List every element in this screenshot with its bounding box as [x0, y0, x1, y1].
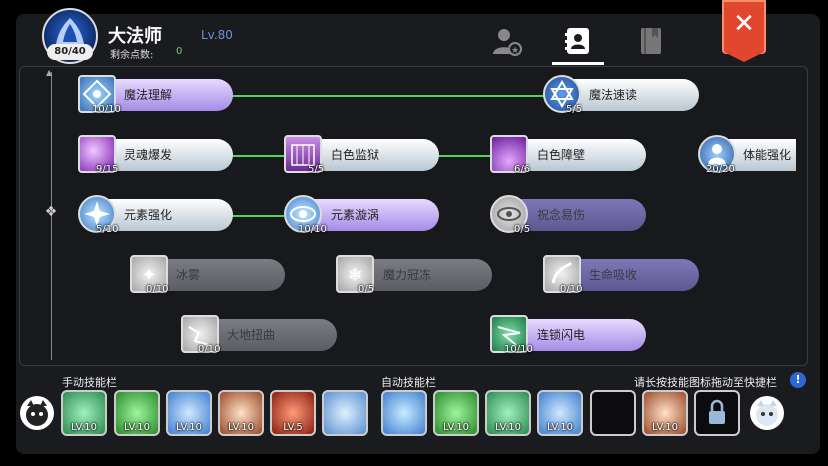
manual-slot[interactable]: LV.5 [270, 390, 316, 436]
tab-profile[interactable]: ★ [490, 24, 524, 58]
connector [232, 215, 284, 217]
auto-skill-bar-label: 自动技能栏 [381, 376, 436, 389]
auto-slot[interactable]: LV.10 [642, 390, 688, 436]
avatar-level: 80/40 [47, 44, 93, 60]
info-icon[interactable]: ! [790, 372, 806, 388]
close-icon: ✕ [733, 9, 755, 39]
skill-name: 元素漩涡 [331, 208, 380, 222]
skill-level: 0/10 [146, 284, 169, 295]
skill-level: 0/10 [198, 344, 221, 355]
tab-book[interactable] [634, 24, 668, 58]
slot-level: LV.10 [652, 422, 678, 433]
skill-level: 10/10 [92, 104, 121, 115]
svg-text:❄: ❄ [347, 265, 362, 286]
auto-slot[interactable]: LV.10 [485, 390, 531, 436]
manual-slot[interactable]: LV.10 [114, 390, 160, 436]
skill-name: 白色监狱 [331, 148, 380, 162]
slot-level: LV.10 [176, 422, 202, 433]
skill-name: 魔力冠冻 [383, 268, 432, 282]
skill-level: 9/15 [96, 164, 119, 175]
active-tab-indicator [552, 62, 604, 65]
slot-level: LV.10 [547, 422, 573, 433]
skill-level: 6/6 [514, 164, 531, 175]
skill-level: 5/5 [308, 164, 325, 175]
class-name: 大法师 [108, 26, 162, 47]
skill-level: 10/10 [298, 224, 327, 235]
manual-toggle-icon[interactable] [20, 396, 54, 430]
skill-name: 生命吸收 [589, 268, 638, 282]
skill-level: 0/5 [514, 224, 531, 235]
skill-name: 祝念易伤 [537, 208, 586, 222]
manual-slot[interactable]: LV.10 [218, 390, 264, 436]
auto-slot[interactable] [381, 390, 427, 436]
contact-book-icon [565, 28, 589, 54]
svg-text:✦: ✦ [141, 265, 156, 286]
close-button[interactable]: ✕ [722, 0, 766, 62]
skill-level: 5/5 [566, 104, 583, 115]
slot-level: LV.10 [228, 422, 254, 433]
connector [232, 155, 284, 157]
manual-slot[interactable]: LV.10 [61, 390, 107, 436]
slot-level: LV.10 [443, 422, 469, 433]
lock-icon [709, 399, 725, 424]
manual-slot[interactable] [322, 390, 368, 436]
connector [438, 155, 490, 157]
drag-hint: 请长按技能图标拖动至快捷栏 [634, 376, 777, 389]
skill-name: 冰雾 [176, 268, 201, 282]
skill-name: 元素强化 [124, 208, 173, 222]
book-icon [641, 28, 661, 54]
skill-points-value: 0 [176, 46, 183, 57]
auto-toggle-icon[interactable] [750, 396, 784, 430]
spine-ornament-icon: ❖ [44, 204, 58, 220]
skill-level: 0/5 [358, 284, 375, 295]
manual-skill-bar-label: 手动技能栏 [62, 376, 117, 389]
skill-name: 魔法理解 [124, 88, 173, 102]
slot-level: LV.10 [495, 422, 521, 433]
slot-level: LV.5 [283, 422, 303, 433]
skill-level: 0/10 [560, 284, 583, 295]
svg-text:★: ★ [511, 46, 519, 56]
auto-slot[interactable]: LV.10 [433, 390, 479, 436]
slot-level: LV.10 [124, 422, 150, 433]
skill-name: 魔法速读 [589, 88, 638, 102]
skill-name: 白色障壁 [537, 148, 586, 162]
user-star-icon: ★ [493, 29, 522, 56]
manual-slot[interactable]: LV.10 [166, 390, 212, 436]
empty-slot[interactable] [590, 390, 636, 436]
locked-slot[interactable] [694, 390, 740, 436]
skill-level: 5/10 [96, 224, 119, 235]
skill-name: 连锁闪电 [537, 328, 586, 342]
skill-level: 10/10 [504, 344, 533, 355]
skill-level: 20/20 [706, 164, 735, 175]
skill-points-label: 剩余点数: [110, 50, 154, 61]
auto-slot[interactable]: LV.10 [537, 390, 583, 436]
tab-skills[interactable] [561, 24, 595, 58]
skill-name: 灵魂爆发 [124, 148, 173, 162]
spine-top-ornament: ▲ [46, 68, 53, 77]
slot-level: LV.10 [71, 422, 97, 433]
skill-name: 大地扭曲 [227, 328, 276, 342]
skill-name: 体能强化 [743, 148, 792, 162]
character-level: Lv.80 [201, 28, 233, 42]
connector [232, 95, 544, 97]
